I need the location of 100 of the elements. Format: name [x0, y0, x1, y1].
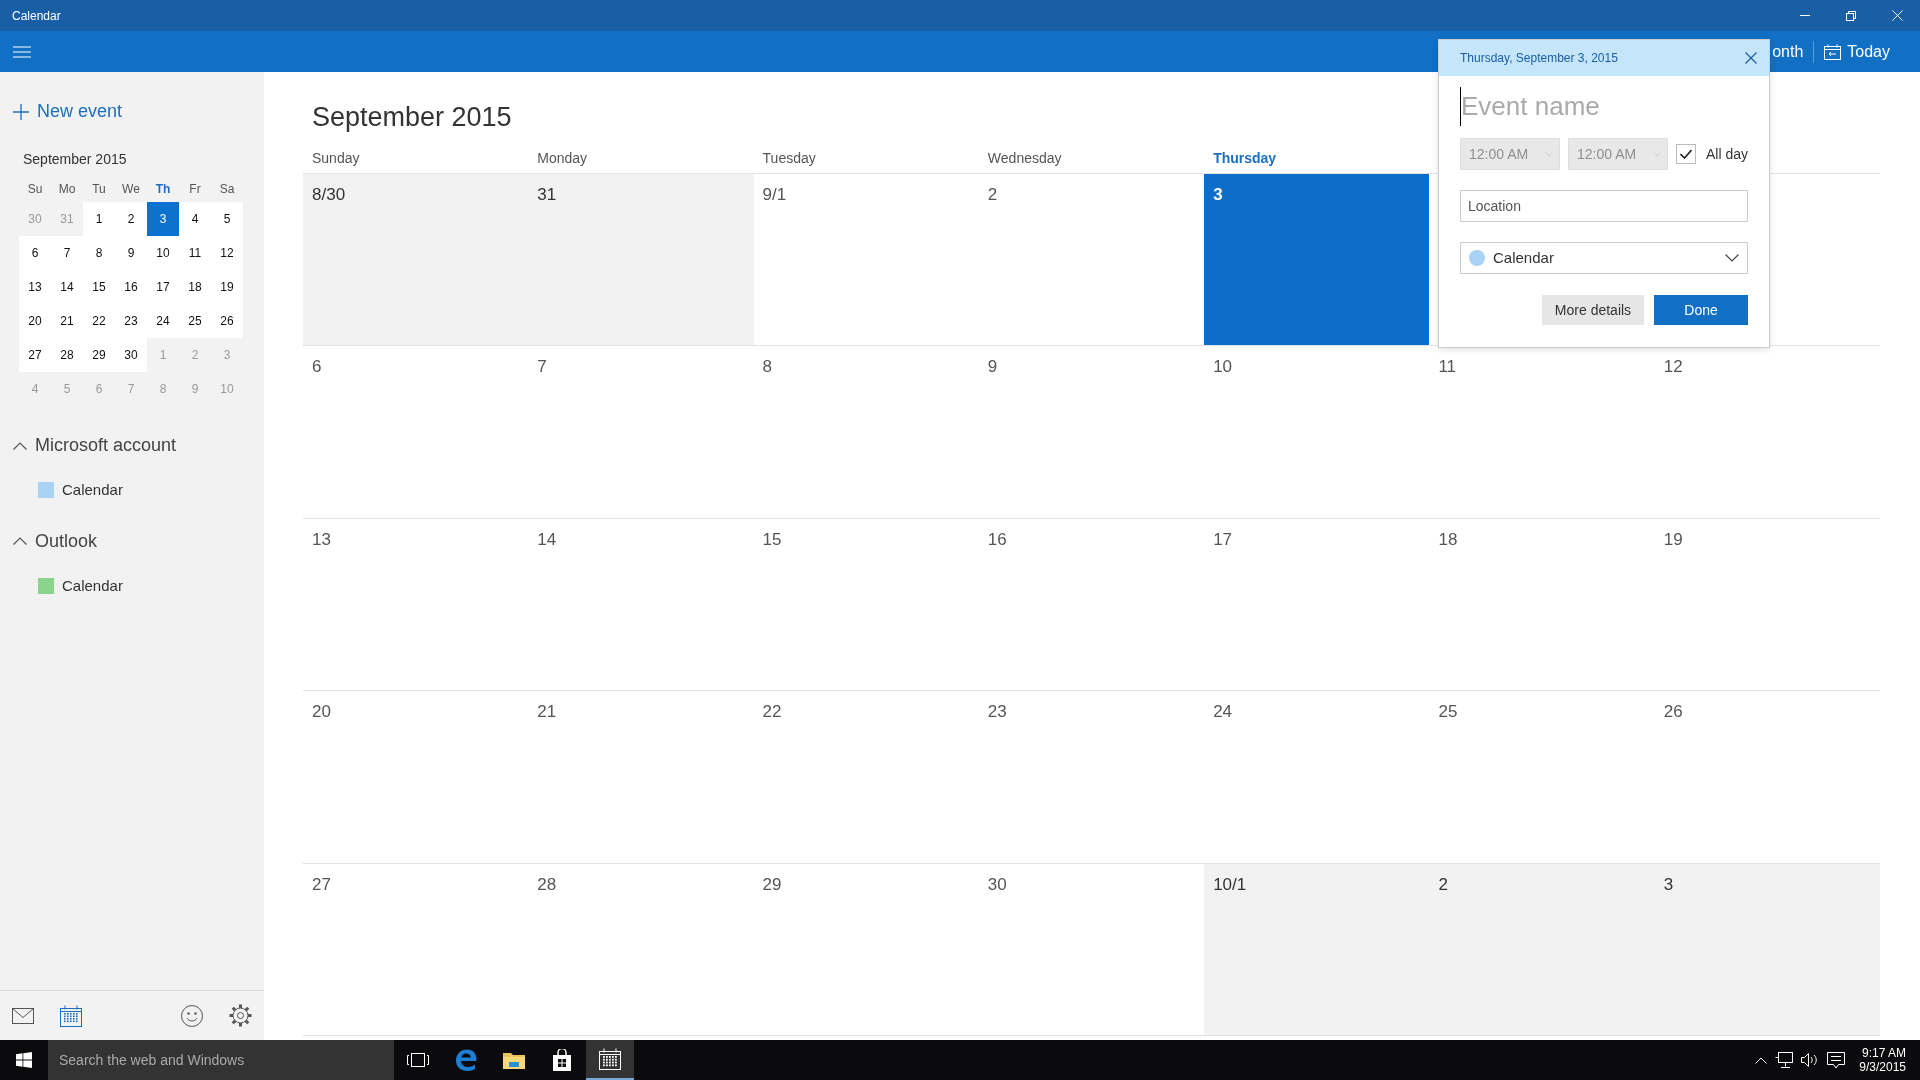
weekday-header: Sunday [311, 148, 361, 168]
account-header[interactable]: Outlook [13, 527, 264, 555]
mini-calendar-day[interactable]: 14 [51, 270, 83, 304]
day-cell[interactable]: 8/30 [303, 173, 529, 346]
menu-icon [13, 45, 31, 58]
browser-e-icon [455, 1049, 477, 1071]
day-number: 31 [537, 183, 557, 206]
day-number: 28 [537, 873, 557, 896]
mini-calendar-day[interactable]: 9 [115, 236, 147, 270]
chevron-up-icon[interactable] [1755, 1056, 1768, 1064]
weekday-header: Thursday [1212, 148, 1278, 168]
mini-calendar-day[interactable]: 30 [115, 338, 147, 372]
mini-calendar-day[interactable]: 1 [83, 202, 115, 236]
calendar-dropdown[interactable]: Calendar [1460, 242, 1748, 274]
calendar-icon [60, 1004, 82, 1027]
mini-calendar-day[interactable]: 4 [179, 202, 211, 236]
mini-calendar-day[interactable]: 5 [211, 202, 243, 236]
all-day-checkbox[interactable]: All day [1675, 143, 1748, 165]
more-details-button[interactable]: More details [1542, 295, 1644, 325]
feedback-button[interactable] [181, 1004, 203, 1027]
mini-calendar-day[interactable]: 27 [19, 338, 51, 372]
task-view-icon [407, 1053, 429, 1067]
day-number: 9 [987, 356, 998, 378]
mini-calendar-day[interactable]: 22 [83, 304, 115, 338]
calendar-button[interactable] [60, 1004, 82, 1027]
mini-calendar-title: September 2015 [23, 150, 128, 169]
mini-calendar-day[interactable]: 23 [115, 304, 147, 338]
close-popup-button[interactable] [1745, 52, 1757, 64]
day-number: 10 [1213, 356, 1233, 378]
mini-calendar-day[interactable]: 11 [179, 236, 211, 270]
day-cell[interactable]: 10/1 [1204, 863, 1430, 1036]
done-button[interactable]: Done [1654, 295, 1748, 325]
day-number: 13 [312, 528, 331, 551]
notification-icon[interactable] [1827, 1051, 1846, 1069]
weekday-header: Wednesday [986, 148, 1063, 168]
day-number: 24 [1213, 701, 1233, 723]
shopping-bag-icon [552, 1049, 572, 1071]
close-icon [1745, 52, 1757, 64]
location-field[interactable]: Location [1460, 190, 1748, 222]
weekday-label: Su [26, 181, 44, 198]
mini-calendar-day[interactable]: 26 [211, 304, 243, 338]
day-cell[interactable]: 2 [1429, 863, 1655, 1036]
chevron-down-icon [1725, 254, 1739, 262]
volume-icon[interactable] [1801, 1052, 1820, 1068]
calendar-item[interactable]: Calendar [38, 574, 264, 597]
mini-calendar-day[interactable]: 29 [83, 338, 115, 372]
month-view-button[interactable]: onth [1764, 31, 1812, 72]
day-number: 7 [537, 356, 547, 378]
mini-calendar-day[interactable]: 15 [83, 270, 115, 304]
mini-calendar-day[interactable]: 3 [147, 202, 179, 236]
weekday-label: Th [154, 181, 172, 198]
day-number: 17 [1213, 528, 1233, 551]
mini-calendar-day[interactable]: 6 [19, 236, 51, 270]
mini-calendar-day[interactable]: 2 [115, 202, 147, 236]
search-field[interactable]: Search the web and Windows [48, 1040, 394, 1080]
day-number: 10/1 [1213, 873, 1247, 896]
day-number: 18 [1438, 528, 1458, 551]
calendar-item[interactable]: Calendar [38, 479, 264, 502]
windows-logo-icon [16, 1052, 32, 1068]
mini-calendar-day[interactable]: 25 [179, 304, 211, 338]
day-cell[interactable]: 3 [1204, 173, 1430, 346]
new-event-button[interactable]: New event [13, 98, 264, 125]
mini-calendar-day[interactable]: 13 [19, 270, 51, 304]
network-icon[interactable] [1775, 1052, 1794, 1068]
mini-calendar-day[interactable]: 7 [51, 236, 83, 270]
day-number: 2 [987, 183, 998, 206]
day-cell[interactable]: 31 [528, 173, 754, 346]
mini-calendar-day[interactable]: 24 [147, 304, 179, 338]
mini-calendar-day[interactable]: 8 [83, 236, 115, 270]
weekday-label: Fr [188, 181, 202, 198]
mini-calendar-day[interactable]: 21 [51, 304, 83, 338]
mini-calendar-day[interactable]: 16 [115, 270, 147, 304]
window-title: Calendar [11, 7, 61, 25]
settings-button[interactable] [229, 1004, 252, 1027]
mini-calendar-day[interactable]: 28 [51, 338, 83, 372]
day-number: 12 [1663, 356, 1683, 378]
day-cell[interactable]: 3 [1654, 863, 1880, 1036]
mini-calendar-day[interactable]: 19 [211, 270, 243, 304]
day-number: 15 [762, 528, 782, 551]
mini-calendar-day[interactable]: 10 [147, 236, 179, 270]
day-number: 22 [762, 701, 782, 723]
mini-calendar-day[interactable]: 18 [179, 270, 211, 304]
mini-calendar-day[interactable]: 17 [147, 270, 179, 304]
restore-icon [1846, 10, 1856, 21]
day-number: 25 [1438, 701, 1458, 723]
clock-date: 9/3/2015 [1859, 1060, 1906, 1075]
calendar-app-button[interactable] [586, 1040, 634, 1080]
clock-time: 9:17 AM [1860, 1045, 1906, 1060]
today-button[interactable]: Today [1816, 31, 1898, 72]
caret-icon [1652, 151, 1661, 157]
clock[interactable]: 9:17 AM 9/3/2015 [1853, 1045, 1906, 1075]
mail-button[interactable] [12, 1007, 34, 1024]
weekday-label: We [121, 181, 141, 198]
account-header[interactable]: Microsoft account [13, 432, 264, 459]
caret-icon [1545, 151, 1553, 157]
calendar-icon [1824, 43, 1842, 60]
mini-calendar-day[interactable]: 20 [19, 304, 51, 338]
settings-icon [229, 1004, 252, 1027]
month-title: September 2015 [312, 101, 512, 134]
mini-calendar-day[interactable]: 12 [211, 236, 243, 270]
